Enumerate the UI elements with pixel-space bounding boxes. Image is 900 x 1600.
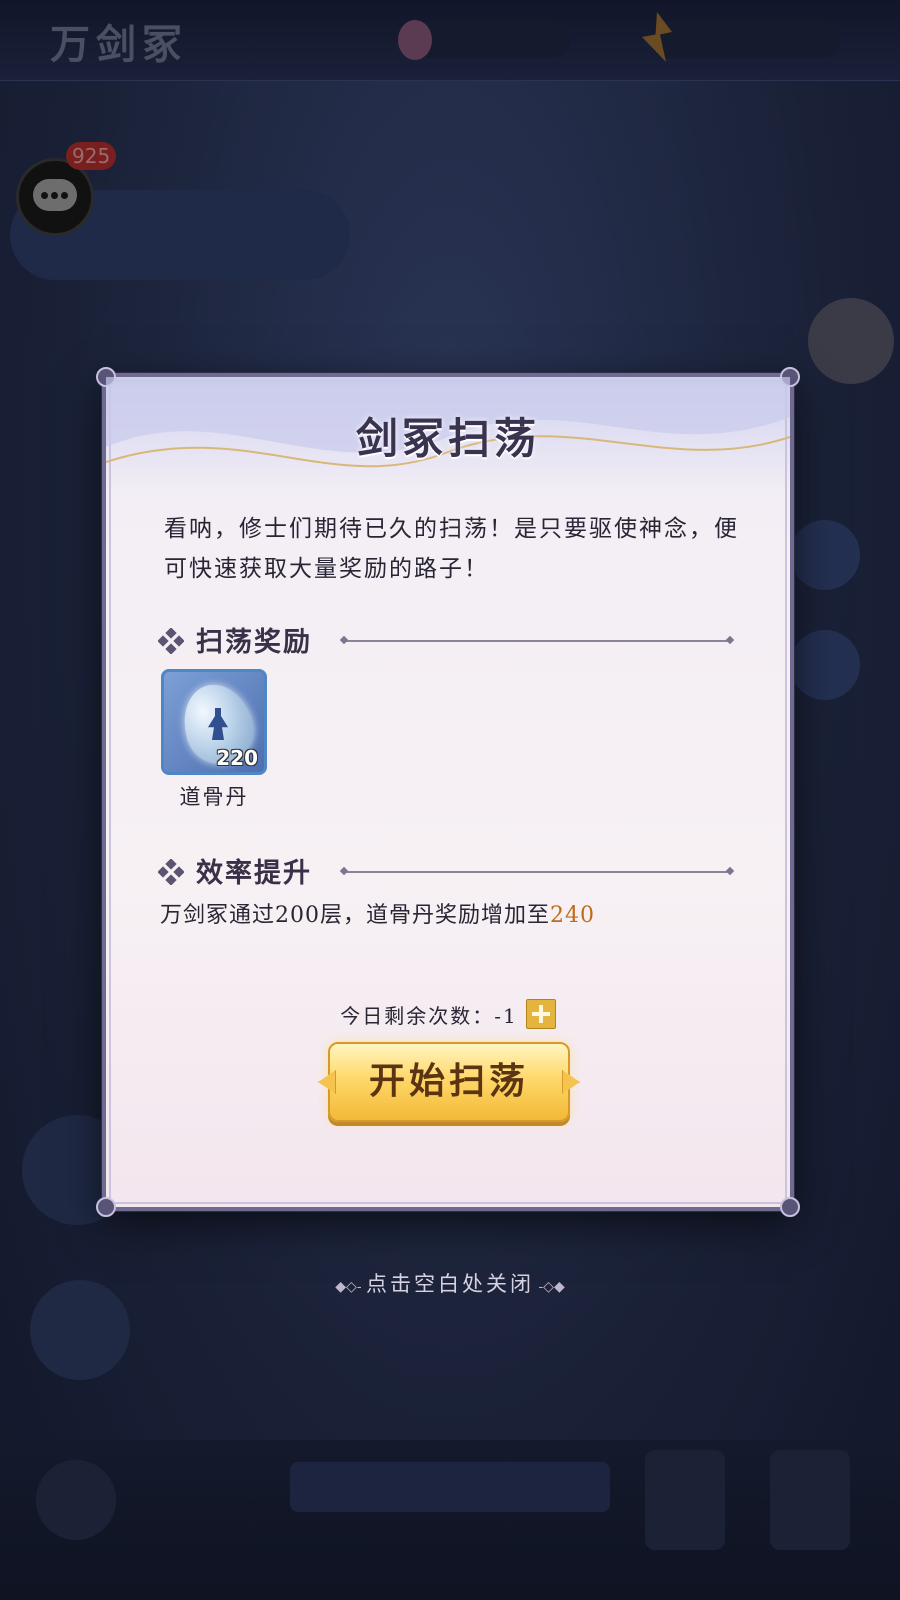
top-bar: 万剑冢 xyxy=(0,0,900,81)
dialog-intro-text: 看呐，修士们期待已久的扫荡！是只要驱使神念，便可快速获取大量奖励的路子！ xyxy=(164,516,739,582)
back-button[interactable] xyxy=(36,1460,116,1540)
reward-count: 220 xyxy=(216,746,258,770)
close-hint-label: 点击空白处关闭 xyxy=(366,1272,534,1296)
side-button-2[interactable] xyxy=(790,630,860,700)
chat-icon xyxy=(33,179,77,211)
add-attempts-plus-icon[interactable] xyxy=(525,999,556,1029)
close-hint[interactable]: ◆◇- 点击空白处关闭 -◇◆ xyxy=(0,1268,900,1298)
hint-ornament-right-icon: -◇◆ xyxy=(534,1279,565,1295)
rewards-section-header: 扫荡奖励 xyxy=(158,620,738,660)
dialog-title: 剑冢扫荡 xyxy=(355,414,540,463)
frame-corner-ornament xyxy=(780,1197,800,1217)
diamond-bullet-icon xyxy=(158,628,184,654)
resource-gem-icon xyxy=(398,20,432,60)
diamond-bullet-icon xyxy=(158,859,184,885)
bottom-button-1[interactable] xyxy=(645,1450,725,1550)
efficiency-section-header: 效率提升 xyxy=(158,851,738,891)
remaining-label: 今日剩余次数： xyxy=(340,1004,495,1028)
chat-unread-badge: 925 xyxy=(66,142,117,170)
resource-counter-1 xyxy=(398,20,570,60)
frame-corner-ornament xyxy=(96,1197,116,1217)
sweep-dialog: 剑冢扫荡 看呐，修士们期待已久的扫荡！是只要驱使神念，便可快速获取大量奖励的路子… xyxy=(96,367,800,1217)
scene-title: 万剑冢 xyxy=(50,21,188,68)
efficiency-section-label: 效率提升 xyxy=(196,858,312,889)
efficiency-highlight-value: 240 xyxy=(550,903,595,928)
start-sweep-button[interactable]: 开始扫荡 xyxy=(328,1042,570,1122)
rewards-section-label: 扫荡奖励 xyxy=(196,627,312,658)
section-divider xyxy=(344,871,730,873)
reward-item[interactable]: 220 xyxy=(161,669,267,775)
side-button-1[interactable] xyxy=(790,520,860,590)
efficiency-text: 万剑冢通过200层，道骨丹奖励增加至240 xyxy=(160,897,595,929)
hint-ornament-left-icon: ◆◇- xyxy=(335,1279,366,1295)
remaining-value: -1 xyxy=(494,1004,518,1028)
reward-name: 道骨丹 xyxy=(179,785,249,809)
section-divider xyxy=(344,640,730,642)
bottom-status-bar xyxy=(290,1462,610,1512)
remaining-attempts: 今日剩余次数：-1 xyxy=(106,999,790,1029)
efficiency-text-prefix: 万剑冢通过200层，道骨丹奖励增加至 xyxy=(160,903,550,928)
lightning-icon xyxy=(642,12,672,62)
resource-counter-2 xyxy=(642,12,840,62)
avatar[interactable] xyxy=(808,298,894,384)
bottom-button-2[interactable] xyxy=(770,1450,850,1550)
